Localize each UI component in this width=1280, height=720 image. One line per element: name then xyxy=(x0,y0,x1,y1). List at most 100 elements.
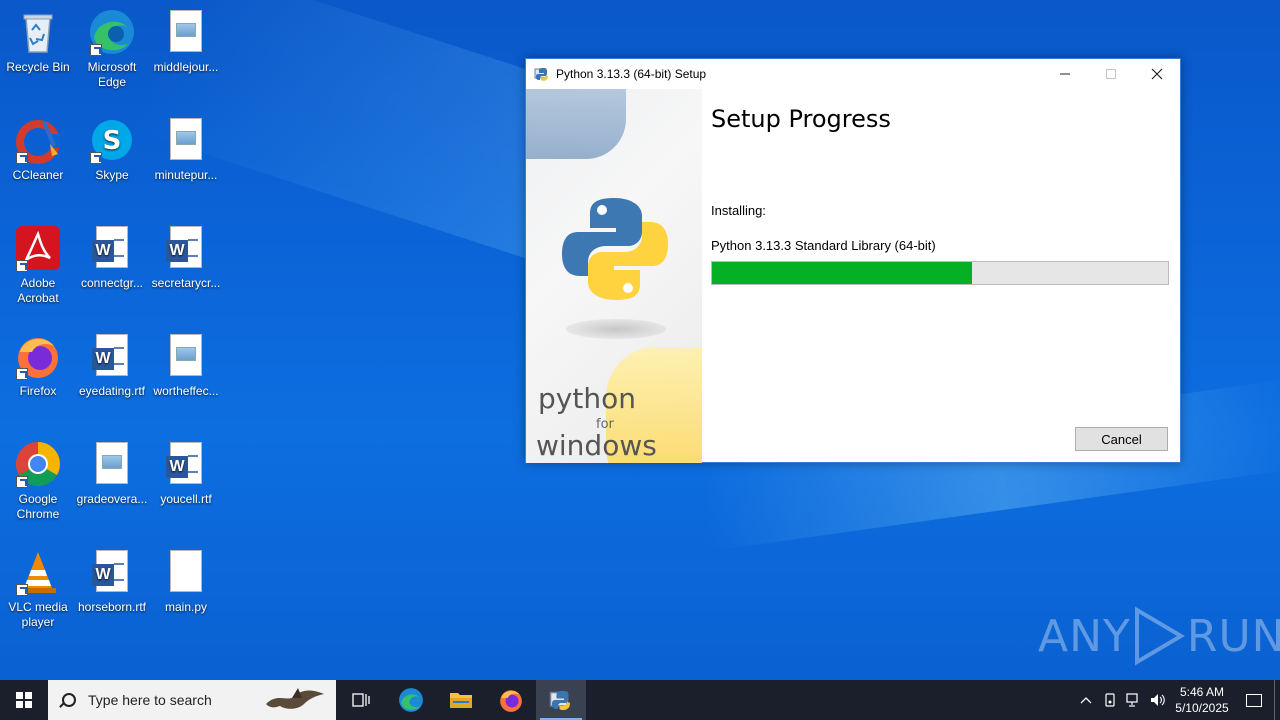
desktop-icon-google-chrome[interactable]: Google Chrome xyxy=(0,436,76,536)
minimize-icon xyxy=(1060,73,1070,75)
search-highlight-bird-icon xyxy=(266,688,324,709)
installing-label: Installing: xyxy=(711,203,766,218)
clock-time: 5:46 AM xyxy=(1179,685,1225,699)
tray-volume-button[interactable] xyxy=(1146,680,1170,720)
chevron-up-icon xyxy=(1080,697,1092,704)
desktop-icon-wortheffec[interactable]: wortheffec... xyxy=(148,328,224,428)
taskbar: Type here to search 5:46 AM 5/10/2025 xyxy=(0,680,1280,720)
python-setup-icon xyxy=(534,66,550,82)
recycle-bin-icon xyxy=(14,8,62,56)
desktop-icon-horseborn[interactable]: W horseborn.rtf xyxy=(74,544,150,644)
desktop-icon-microsoft-edge[interactable]: Microsoft Edge xyxy=(74,4,150,104)
desktop-icon-label: Recycle Bin xyxy=(6,60,70,74)
word-document-icon: W xyxy=(88,332,136,380)
desktop-icon-youcell[interactable]: W youcell.rtf xyxy=(148,436,224,536)
dialog-titlebar[interactable]: Python 3.13.3 (64-bit) Setup xyxy=(526,59,1180,89)
volume-icon xyxy=(1151,694,1165,706)
watermark-play-icon xyxy=(1134,606,1185,666)
close-button[interactable] xyxy=(1134,59,1180,89)
desktop-icon-label: Skype xyxy=(95,168,129,182)
dialog-content: Setup Progress Installing: Python 3.13.3… xyxy=(711,89,1169,463)
task-view-button[interactable] xyxy=(336,680,386,720)
adobe-acrobat-icon xyxy=(14,224,62,272)
python-side-banner: python for windows xyxy=(526,89,702,463)
banner-blue-shape xyxy=(526,89,626,159)
desktop-icon-label: eyedating.rtf xyxy=(78,384,146,398)
desktop-icon-label: youcell.rtf xyxy=(160,492,212,506)
banner-logo-shadow xyxy=(566,319,666,339)
page-title: Setup Progress xyxy=(711,105,891,133)
taskbar-clock[interactable]: 5:46 AM 5/10/2025 xyxy=(1170,684,1234,716)
show-desktop-button[interactable] xyxy=(1274,680,1280,720)
taskbar-search-box[interactable]: Type here to search xyxy=(48,680,336,720)
firefox-icon xyxy=(14,332,62,380)
desktop-icon-label: main.py xyxy=(164,600,208,614)
chrome-icon xyxy=(14,440,62,488)
notification-icon xyxy=(1246,693,1262,707)
desktop-icon-label: secretarycr... xyxy=(151,276,221,290)
desktop-icon-recycle-bin[interactable]: Recycle Bin xyxy=(0,4,76,104)
search-placeholder: Type here to search xyxy=(88,692,212,708)
desktop-icon-label: middlejour... xyxy=(153,60,219,74)
usb-device-icon xyxy=(1105,693,1115,707)
system-tray: 5:46 AM 5/10/2025 xyxy=(1074,680,1280,720)
desktop-icon-label: CCleaner xyxy=(12,168,64,182)
show-hidden-icons-button[interactable] xyxy=(1074,680,1098,720)
desktop-icon-firefox[interactable]: Firefox xyxy=(0,328,76,428)
start-button[interactable] xyxy=(0,680,48,720)
blank-file-icon xyxy=(162,548,210,596)
python-setup-icon xyxy=(549,691,570,711)
desktop-icon-label: Firefox xyxy=(19,384,57,398)
anyrun-watermark: ANY RUN xyxy=(1038,606,1280,666)
taskbar-edge[interactable] xyxy=(386,680,436,720)
tray-network-button[interactable] xyxy=(1122,680,1146,720)
image-document-icon xyxy=(162,8,210,56)
desktop-icon-eyedating[interactable]: W eyedating.rtf xyxy=(74,328,150,428)
python-logo-icon xyxy=(562,198,668,300)
desktop-icon-label: minutepur... xyxy=(154,168,218,182)
banner-text-windows: windows xyxy=(536,429,657,462)
task-view-icon xyxy=(352,693,370,707)
edge-icon xyxy=(399,688,423,712)
minimize-button[interactable] xyxy=(1042,59,1088,89)
taskbar-python-setup[interactable] xyxy=(536,680,586,720)
desktop-icon-minutepur[interactable]: minutepur... xyxy=(148,112,224,212)
svg-text:S: S xyxy=(103,126,122,156)
desktop-icon-skype[interactable]: S Skype xyxy=(74,112,150,212)
image-document-icon xyxy=(162,116,210,164)
desktop-icon-adobe-acrobat[interactable]: Adobe Acrobat xyxy=(0,220,76,320)
maximize-button[interactable] xyxy=(1088,59,1134,89)
desktop-icon-secretarycr[interactable]: W secretarycr... xyxy=(148,220,224,320)
progress-fill xyxy=(712,262,972,284)
desktop-icon-main-py[interactable]: main.py xyxy=(148,544,224,644)
word-document-icon: W xyxy=(162,440,210,488)
tray-device-button[interactable] xyxy=(1098,680,1122,720)
shortcut-arrow-icon xyxy=(90,44,102,56)
image-document-icon xyxy=(162,332,210,380)
shortcut-arrow-icon xyxy=(16,368,28,380)
desktop-icon-label: VLC media player xyxy=(8,600,68,629)
network-icon xyxy=(1126,693,1138,707)
taskbar-firefox[interactable] xyxy=(486,680,536,720)
word-document-icon: W xyxy=(88,548,136,596)
current-install-item: Python 3.13.3 Standard Library (64-bit) xyxy=(711,238,936,253)
desktop-icon-middlejour[interactable]: middlejour... xyxy=(148,4,224,104)
action-center-button[interactable] xyxy=(1234,680,1274,720)
desktop-icon-gradeovera[interactable]: gradeovera... xyxy=(74,436,150,536)
desktop-icon-ccleaner[interactable]: CCleaner xyxy=(0,112,76,212)
firefox-icon xyxy=(500,690,522,712)
python-setup-dialog: Python 3.13.3 (64-bit) Setup python for … xyxy=(525,58,1181,463)
cancel-button[interactable]: Cancel xyxy=(1075,427,1168,451)
vlc-cone-icon xyxy=(14,548,62,596)
desktop-icon-connectgr[interactable]: W connectgr... xyxy=(74,220,150,320)
shortcut-arrow-icon xyxy=(16,152,28,164)
desktop-icon-vlc[interactable]: VLC media player xyxy=(0,544,76,644)
clock-date: 5/10/2025 xyxy=(1175,701,1229,715)
windows-logo-icon xyxy=(16,692,32,708)
ccleaner-icon xyxy=(14,116,62,164)
watermark-text-right: RUN xyxy=(1186,610,1280,662)
word-document-icon: W xyxy=(88,224,136,272)
desktop-icon-label: Microsoft Edge xyxy=(87,60,137,89)
watermark-text-left: ANY xyxy=(1038,610,1131,662)
taskbar-file-explorer[interactable] xyxy=(436,680,486,720)
